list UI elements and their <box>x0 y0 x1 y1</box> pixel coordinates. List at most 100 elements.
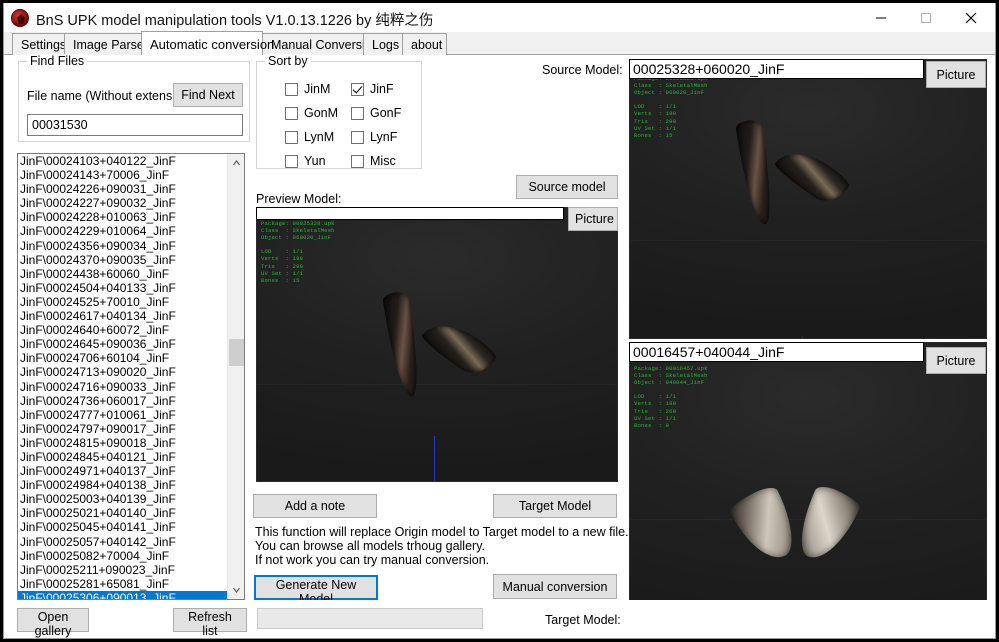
file-list-item[interactable]: JinF\00024984+040138_JinF <box>18 478 227 492</box>
file-list-item[interactable]: JinF\00024356+090034_JinF <box>18 239 227 253</box>
file-list-item[interactable]: JinF\00024617+040134_JinF <box>18 309 227 323</box>
file-list-item[interactable]: JinF\00024143+70006_JinF <box>18 168 227 182</box>
maximize-button[interactable] <box>903 3 948 32</box>
source-model-picture-button[interactable]: Picture <box>926 61 986 88</box>
checkbox-lynf-label: LynF <box>370 130 398 144</box>
scrollbar-thumb[interactable] <box>229 339 244 366</box>
file-list-item[interactable]: JinF\00024797+090017_JinF <box>18 422 227 436</box>
checkbox-misc-box[interactable] <box>351 154 364 168</box>
file-list-scrollbar[interactable] <box>227 154 244 599</box>
source-model-name-input[interactable] <box>629 59 924 79</box>
preview-model-picture-button[interactable]: Picture <box>568 207 618 231</box>
checkbox-gonm[interactable]: GonM <box>285 106 338 120</box>
app-logo-icon <box>11 9 29 27</box>
checkbox-jinm-box[interactable] <box>285 82 298 96</box>
tab-logs[interactable]: Logs <box>363 33 403 55</box>
preview-model-label: Preview Model: <box>256 192 342 206</box>
checkbox-jinm-label: JinM <box>304 82 331 96</box>
open-gallery-button[interactable]: Open gallery <box>17 608 89 638</box>
file-list-item[interactable]: JinF\00024845+040121_JinF <box>18 450 227 464</box>
file-list-item[interactable]: JinF\00025021+040140_JinF <box>18 506 227 520</box>
file-list-item[interactable]: JinF\00025057+040142_JinF <box>18 535 227 549</box>
checkbox-lynm-box[interactable] <box>285 130 298 144</box>
target-model-button[interactable]: Target Model <box>493 494 617 518</box>
title-bar: BnS UPK model manipulation tools V1.0.13… <box>4 3 995 33</box>
checkbox-lynf[interactable]: LynF <box>351 130 397 144</box>
file-name-input[interactable] <box>27 114 243 136</box>
file-list-item[interactable]: JinF\00024227+090032_JinF <box>18 196 227 210</box>
generate-new-model-button[interactable]: Generate New Model <box>254 575 378 606</box>
file-list-item[interactable]: JinF\00024226+090031_JinF <box>18 182 227 196</box>
add-note-button[interactable]: Add a note <box>253 494 377 518</box>
close-icon <box>965 12 976 23</box>
close-button[interactable] <box>948 3 993 32</box>
file-list-item[interactable]: JinF\00024504+040133_JinF <box>18 281 227 295</box>
checkbox-lynm[interactable]: LynM <box>285 130 334 144</box>
sort-by-group: Sort by JinM JinF GonM GonF LynM LynF Yu… <box>256 54 422 169</box>
file-list-item[interactable]: JinF\00025211+090023_JinF <box>18 563 227 577</box>
file-list[interactable]: JinF\00024103+040122_JinF JinF\00024143+7… <box>17 153 245 600</box>
target-model-viewport[interactable]: Package: 00016457.upk Class : SkeletalMe… <box>629 342 987 638</box>
file-list-item[interactable]: JinF\00025003+040139_JinF <box>18 492 227 506</box>
source-model-button[interactable]: Source model <box>516 175 618 199</box>
description-line-1: This function will replace Origin model … <box>255 525 629 539</box>
tab-content-automatic-conversion: Find Files File name (Without extension)… <box>4 54 995 638</box>
scroll-up-icon[interactable] <box>228 154 244 171</box>
checkbox-yun[interactable]: Yun <box>285 154 326 168</box>
checkbox-jinf-box[interactable] <box>351 82 364 96</box>
file-list-item[interactable]: JinF\00024438+60060_JinF <box>18 267 227 281</box>
preview-model-name-input[interactable] <box>256 207 564 220</box>
status-bar-field <box>257 608 483 629</box>
file-list-item[interactable]: JinF\00025082+70004_JinF <box>18 549 227 563</box>
refresh-list-button[interactable]: Refresh list <box>173 608 247 638</box>
minimize-button[interactable] <box>858 3 903 32</box>
checkbox-gonf[interactable]: GonF <box>351 106 401 120</box>
tab-about[interactable]: about <box>402 33 447 55</box>
checkbox-gonm-box[interactable] <box>285 106 298 120</box>
tab-image-parser[interactable]: Image Parser <box>64 33 148 55</box>
file-list-item[interactable]: JinF\00025281+65081_JinF <box>18 577 227 591</box>
checkbox-misc[interactable]: Misc <box>351 154 396 168</box>
target-model-name-input[interactable] <box>629 342 924 362</box>
checkbox-yun-box[interactable] <box>285 154 298 168</box>
checkbox-gonf-box[interactable] <box>351 106 364 120</box>
file-list-item[interactable]: JinF\00024713+090020_JinF <box>18 365 227 379</box>
file-list-item[interactable]: JinF\00024640+60072_JinF <box>18 323 227 337</box>
application-window: BnS UPK model manipulation tools V1.0.13… <box>3 3 996 639</box>
checkbox-lynm-label: LynM <box>304 130 335 144</box>
target-model-picture-button[interactable]: Picture <box>926 347 986 374</box>
file-list-item[interactable]: JinF\00024645+090036_JinF <box>18 337 227 351</box>
source-model-viewport[interactable]: Package: 00025328.upk Class : SkeletalMe… <box>629 59 987 339</box>
scroll-down-icon[interactable] <box>228 582 244 599</box>
find-files-group: Find Files File name (Without extension)… <box>18 54 250 142</box>
file-list-item[interactable]: JinF\00024525+70010_JinF <box>18 295 227 309</box>
maximize-icon <box>920 12 931 23</box>
tab-bar: Settings Image Parser Automatic conversi… <box>4 31 995 55</box>
tab-automatic-conversion[interactable]: Automatic conversion <box>141 31 274 55</box>
file-list-item[interactable]: JinF\00024815+090018_JinF <box>18 436 227 450</box>
checkbox-jinm[interactable]: JinM <box>285 82 330 96</box>
file-list-item[interactable]: JinF\00024971+040137_JinF <box>18 464 227 478</box>
file-list-item[interactable]: JinF\00024706+60104_JinF <box>18 351 227 365</box>
tab-settings[interactable]: Settings <box>12 33 66 55</box>
preview-model-info: Package: 00025328.upk Class : SkeletalMe… <box>261 220 335 284</box>
file-list-item[interactable]: JinF\00024103+040122_JinF <box>18 154 227 168</box>
file-list-item[interactable]: JinF\00024370+090035_JinF <box>18 253 227 267</box>
preview-model-viewport[interactable]: Package: 00025328.upk Class : SkeletalMe… <box>256 207 618 482</box>
file-list-item[interactable]: JinF\00024777+010061_JinF <box>18 408 227 422</box>
file-list-item[interactable]: JinF\00024736+060017_JinF <box>18 394 227 408</box>
manual-conversion-button[interactable]: Manual conversion <box>493 574 617 599</box>
description-line-3: If not work you can try manual conversio… <box>255 553 490 567</box>
file-list-item[interactable]: JinF\00024228+010063_JinF <box>18 210 227 224</box>
file-list-item[interactable]: JinF\00024229+010064_JinF <box>18 224 227 238</box>
find-next-button[interactable]: Find Next <box>173 83 243 107</box>
file-list-item[interactable]: JinF\00024716+090033_JinF <box>18 380 227 394</box>
target-model-bottom-label: Target Model: <box>545 613 621 627</box>
file-list-items[interactable]: JinF\00024103+040122_JinF JinF\00024143+7… <box>18 154 227 599</box>
checkbox-jinf[interactable]: JinF <box>351 82 394 96</box>
file-list-item[interactable]: JinF\00025045+040141_JinF <box>18 520 227 534</box>
file-list-item[interactable]: JinF\00025306+090013_JinF <box>18 590 227 599</box>
checkbox-lynf-box[interactable] <box>351 130 364 144</box>
description-line-2: You can browse all models trhoug gallery… <box>255 539 485 553</box>
tab-manual-conversion[interactable]: Manual Conversion <box>262 33 379 55</box>
